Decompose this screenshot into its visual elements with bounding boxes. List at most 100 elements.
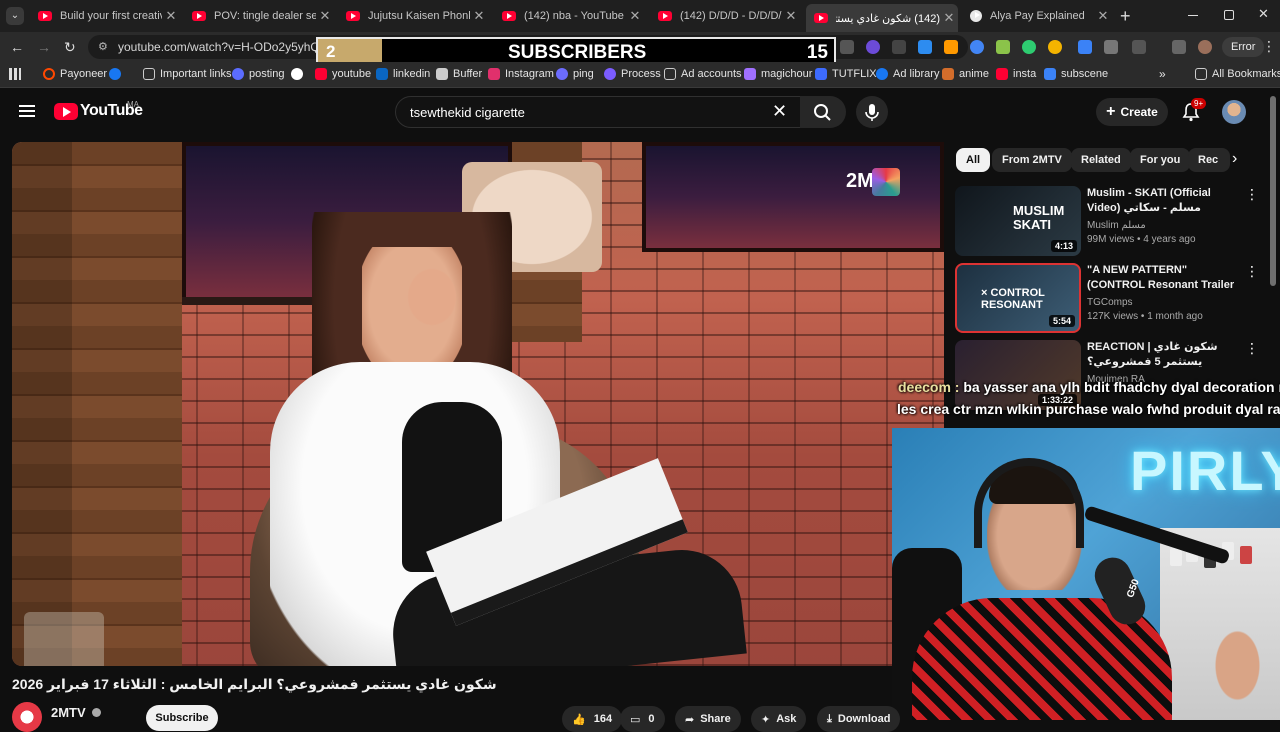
search-button[interactable] — [800, 96, 846, 128]
tab-close-icon[interactable]: ✕ — [162, 8, 180, 24]
video-thumbnail[interactable]: × CONTROL RESONANT 5:54 — [955, 263, 1081, 333]
site-info-icon[interactable]: ⚙ — [98, 40, 108, 53]
bookmark-magichour[interactable]: magichour — [744, 68, 812, 80]
tab-close-icon[interactable]: ✕ — [316, 8, 334, 24]
create-button[interactable]: + Create — [1096, 98, 1168, 126]
browser-tab[interactable]: (142) D/D/D - D/D/D/D D ✕ — [650, 4, 800, 28]
channel-name[interactable]: 2MTV — [51, 705, 102, 720]
bookmark-anime[interactable]: anime — [942, 68, 989, 80]
comments-button[interactable]: ▭ 0 — [620, 706, 665, 732]
bookmark-folder-ad-accounts[interactable]: Ad accounts — [664, 68, 742, 80]
all-bookmarks-folder[interactable]: All Bookmarks — [1195, 68, 1280, 80]
media-controls-icon[interactable] — [1172, 40, 1186, 54]
bookmark-posting[interactable]: posting — [232, 68, 284, 80]
browser-tab[interactable]: Jujutsu Kaisen Phonk HD ✕ — [338, 4, 488, 28]
bookmark-buffer[interactable]: Buffer — [436, 68, 482, 80]
extension-icon[interactable] — [1078, 40, 1092, 54]
more-options-icon[interactable]: ⋮ — [1245, 186, 1259, 203]
voice-search-button[interactable] — [856, 96, 888, 128]
tab-close-icon[interactable]: ✕ — [1094, 8, 1112, 24]
bookmark-insta[interactable]: insta — [996, 68, 1036, 80]
recommended-video-title[interactable]: "A NEW PATTERN" (CONTROL Resonant Traile… — [1087, 263, 1237, 293]
recommended-video-title[interactable]: Muslim - SKATI (Official Video) مسلم - س… — [1087, 186, 1237, 216]
neon-sign: PIRLY — [1130, 439, 1280, 502]
ask-button[interactable]: ✦ Ask — [751, 706, 807, 732]
video-thumbnail[interactable]: MUSLIM SKATI 4:13 — [955, 186, 1081, 256]
chip-for-you[interactable]: For you — [1130, 148, 1191, 172]
meta-icon — [876, 68, 888, 80]
browser-tab[interactable]: Alya Pay Explained ✕ — [962, 4, 1112, 28]
extension-icon[interactable] — [970, 40, 984, 54]
chip-related[interactable]: Related — [1071, 148, 1131, 172]
chip-from-channel[interactable]: From 2MTV — [992, 148, 1072, 172]
bookmark-instagram[interactable]: Instagram — [488, 68, 554, 80]
back-arrow-icon[interactable]: ← — [10, 39, 24, 55]
page-scrollbar[interactable] — [1270, 96, 1276, 286]
tab-close-icon[interactable]: ✕ — [626, 8, 644, 24]
chevron-right-icon[interactable]: › — [1232, 150, 1237, 168]
youtube-logo-icon[interactable] — [54, 103, 78, 120]
bookmark-folder-important-links[interactable]: Important links — [143, 68, 232, 80]
bookmark-ad-library[interactable]: Ad library — [876, 68, 939, 80]
bookmark-youtube[interactable]: youtube — [315, 68, 371, 80]
close-window-icon[interactable]: ✕ — [1258, 6, 1269, 22]
channel-avatar[interactable] — [12, 702, 42, 732]
tab-close-icon[interactable]: ✕ — [782, 8, 800, 24]
bookmark-ping[interactable]: ping — [556, 68, 594, 80]
browser-tab[interactable]: (142) nba - YouTube ✕ — [494, 4, 644, 28]
profile-error-badge[interactable]: Error — [1222, 37, 1265, 57]
recommended-video-title[interactable]: REACTION | شكون غادي يستثمر 5 فمشروعي؟ ا… — [1087, 340, 1237, 370]
extension-icon[interactable] — [866, 40, 880, 54]
tab-search-dropdown[interactable]: ⌄ — [6, 7, 24, 25]
reload-icon[interactable]: ↻ — [64, 39, 76, 56]
bookmark-linkedin[interactable]: linkedin — [376, 68, 430, 80]
bookmark-tutflix[interactable]: TUTFLIX — [815, 68, 877, 80]
recommended-video-channel[interactable]: TGComps — [1087, 297, 1133, 308]
browser-menu-icon[interactable]: ⋮ — [1262, 38, 1276, 55]
browser-tab[interactable]: Build your first creative A ✕ — [30, 4, 180, 28]
video-player[interactable]: 2M — [12, 142, 944, 666]
extension-icon[interactable] — [1104, 40, 1118, 54]
bookmark-google[interactable] — [291, 68, 308, 80]
minimize-window-icon[interactable] — [1188, 15, 1198, 16]
download-button[interactable]: ⤓ Download — [817, 706, 901, 732]
recommended-video-channel[interactable]: Muslim مسلم — [1087, 220, 1146, 231]
subscribe-button[interactable]: Subscribe — [146, 705, 218, 731]
bookmark-facebook[interactable] — [109, 68, 126, 80]
extension-icon[interactable] — [996, 40, 1010, 54]
recommended-video[interactable]: MUSLIM SKATI 4:13 Muslim - SKATI (Offici… — [955, 186, 1259, 258]
search-input[interactable]: tsewthekid cigarette — [395, 96, 801, 128]
recommended-video[interactable]: × CONTROL RESONANT 5:54 "A NEW PATTERN" … — [955, 263, 1259, 335]
like-button[interactable]: 👍 164 — [562, 706, 623, 732]
extension-icon[interactable] — [1048, 40, 1062, 54]
more-options-icon[interactable]: ⋮ — [1245, 340, 1259, 357]
extension-icon[interactable] — [944, 40, 958, 54]
bookmarks-overflow-icon[interactable]: » — [1159, 67, 1166, 81]
restore-window-icon[interactable] — [1224, 10, 1234, 20]
tab-close-icon[interactable]: ✕ — [470, 8, 488, 24]
extension-icon[interactable] — [840, 40, 854, 54]
extension-icon[interactable] — [892, 40, 906, 54]
extension-icon[interactable] — [918, 40, 932, 54]
bookmark-payoneer[interactable]: Payoneer — [43, 68, 107, 80]
profile-icon[interactable] — [1198, 40, 1212, 54]
bookmark-subscene[interactable]: subscene — [1044, 68, 1108, 80]
video-thumbnail[interactable]: 1:33:22 — [955, 340, 1081, 410]
forward-arrow-icon[interactable]: → — [37, 39, 51, 55]
channel-watermark: 2M — [846, 170, 874, 192]
chip-all[interactable]: All — [956, 148, 991, 172]
new-tab-button[interactable]: + — [1120, 6, 1131, 27]
chip-recent[interactable]: Rec — [1188, 148, 1230, 172]
browser-tab-active[interactable]: (142) شكون غادي يستثمر ✕ — [806, 4, 958, 32]
clear-search-icon[interactable]: ✕ — [772, 101, 787, 122]
extension-icon[interactable] — [1022, 40, 1036, 54]
more-options-icon[interactable]: ⋮ — [1245, 263, 1259, 280]
account-avatar[interactable] — [1222, 100, 1246, 124]
tab-close-icon[interactable]: ✕ — [940, 10, 958, 26]
share-button[interactable]: ➦ Share — [675, 706, 741, 732]
hamburger-menu-icon[interactable] — [19, 105, 35, 117]
bookmark-process[interactable]: Process — [604, 68, 661, 80]
extensions-puzzle-icon[interactable] — [1132, 40, 1146, 54]
apps-grid-icon[interactable] — [9, 68, 21, 80]
browser-tab[interactable]: POV: tingle dealer sells y ✕ — [184, 4, 334, 28]
